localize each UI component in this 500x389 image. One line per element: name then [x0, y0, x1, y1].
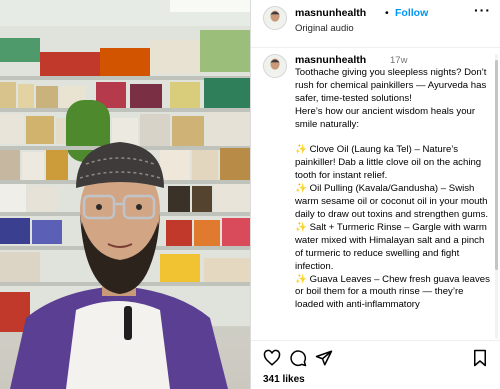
caption-area: masnunhealth 17w Toothache giving you sl… — [251, 49, 500, 339]
caption-username[interactable]: masnunhealth — [295, 54, 366, 66]
follow-button[interactable]: Follow — [395, 7, 428, 19]
caption-avatar[interactable] — [263, 54, 287, 78]
author-avatar[interactable] — [263, 6, 287, 30]
caption-scrollbar-thumb[interactable] — [495, 60, 498, 270]
avatar-image — [264, 55, 286, 77]
avatar-image — [264, 7, 286, 29]
likes-count[interactable]: 341 likes — [263, 374, 305, 385]
header-separator: • — [385, 7, 389, 19]
comment-icon[interactable] — [289, 349, 307, 367]
more-options-icon[interactable]: ··· — [474, 2, 491, 18]
bookmark-icon[interactable] — [471, 349, 489, 367]
share-icon[interactable] — [315, 349, 333, 367]
post-side-panel: masnunhealth • Follow Original audio ···… — [250, 0, 500, 389]
caption-text: Toothache giving you sleepless nights? D… — [295, 67, 490, 311]
audio-label[interactable]: Original audio — [295, 23, 354, 34]
author-username[interactable]: masnunhealth — [295, 7, 366, 19]
media-scene — [0, 0, 250, 389]
caption-timestamp[interactable]: 17w — [390, 55, 407, 66]
post-header: masnunhealth • Follow Original audio ··· — [251, 0, 500, 48]
post-actions-bar: 341 likes — [251, 340, 500, 389]
post-media[interactable] — [0, 0, 250, 389]
heart-icon[interactable] — [263, 349, 281, 367]
